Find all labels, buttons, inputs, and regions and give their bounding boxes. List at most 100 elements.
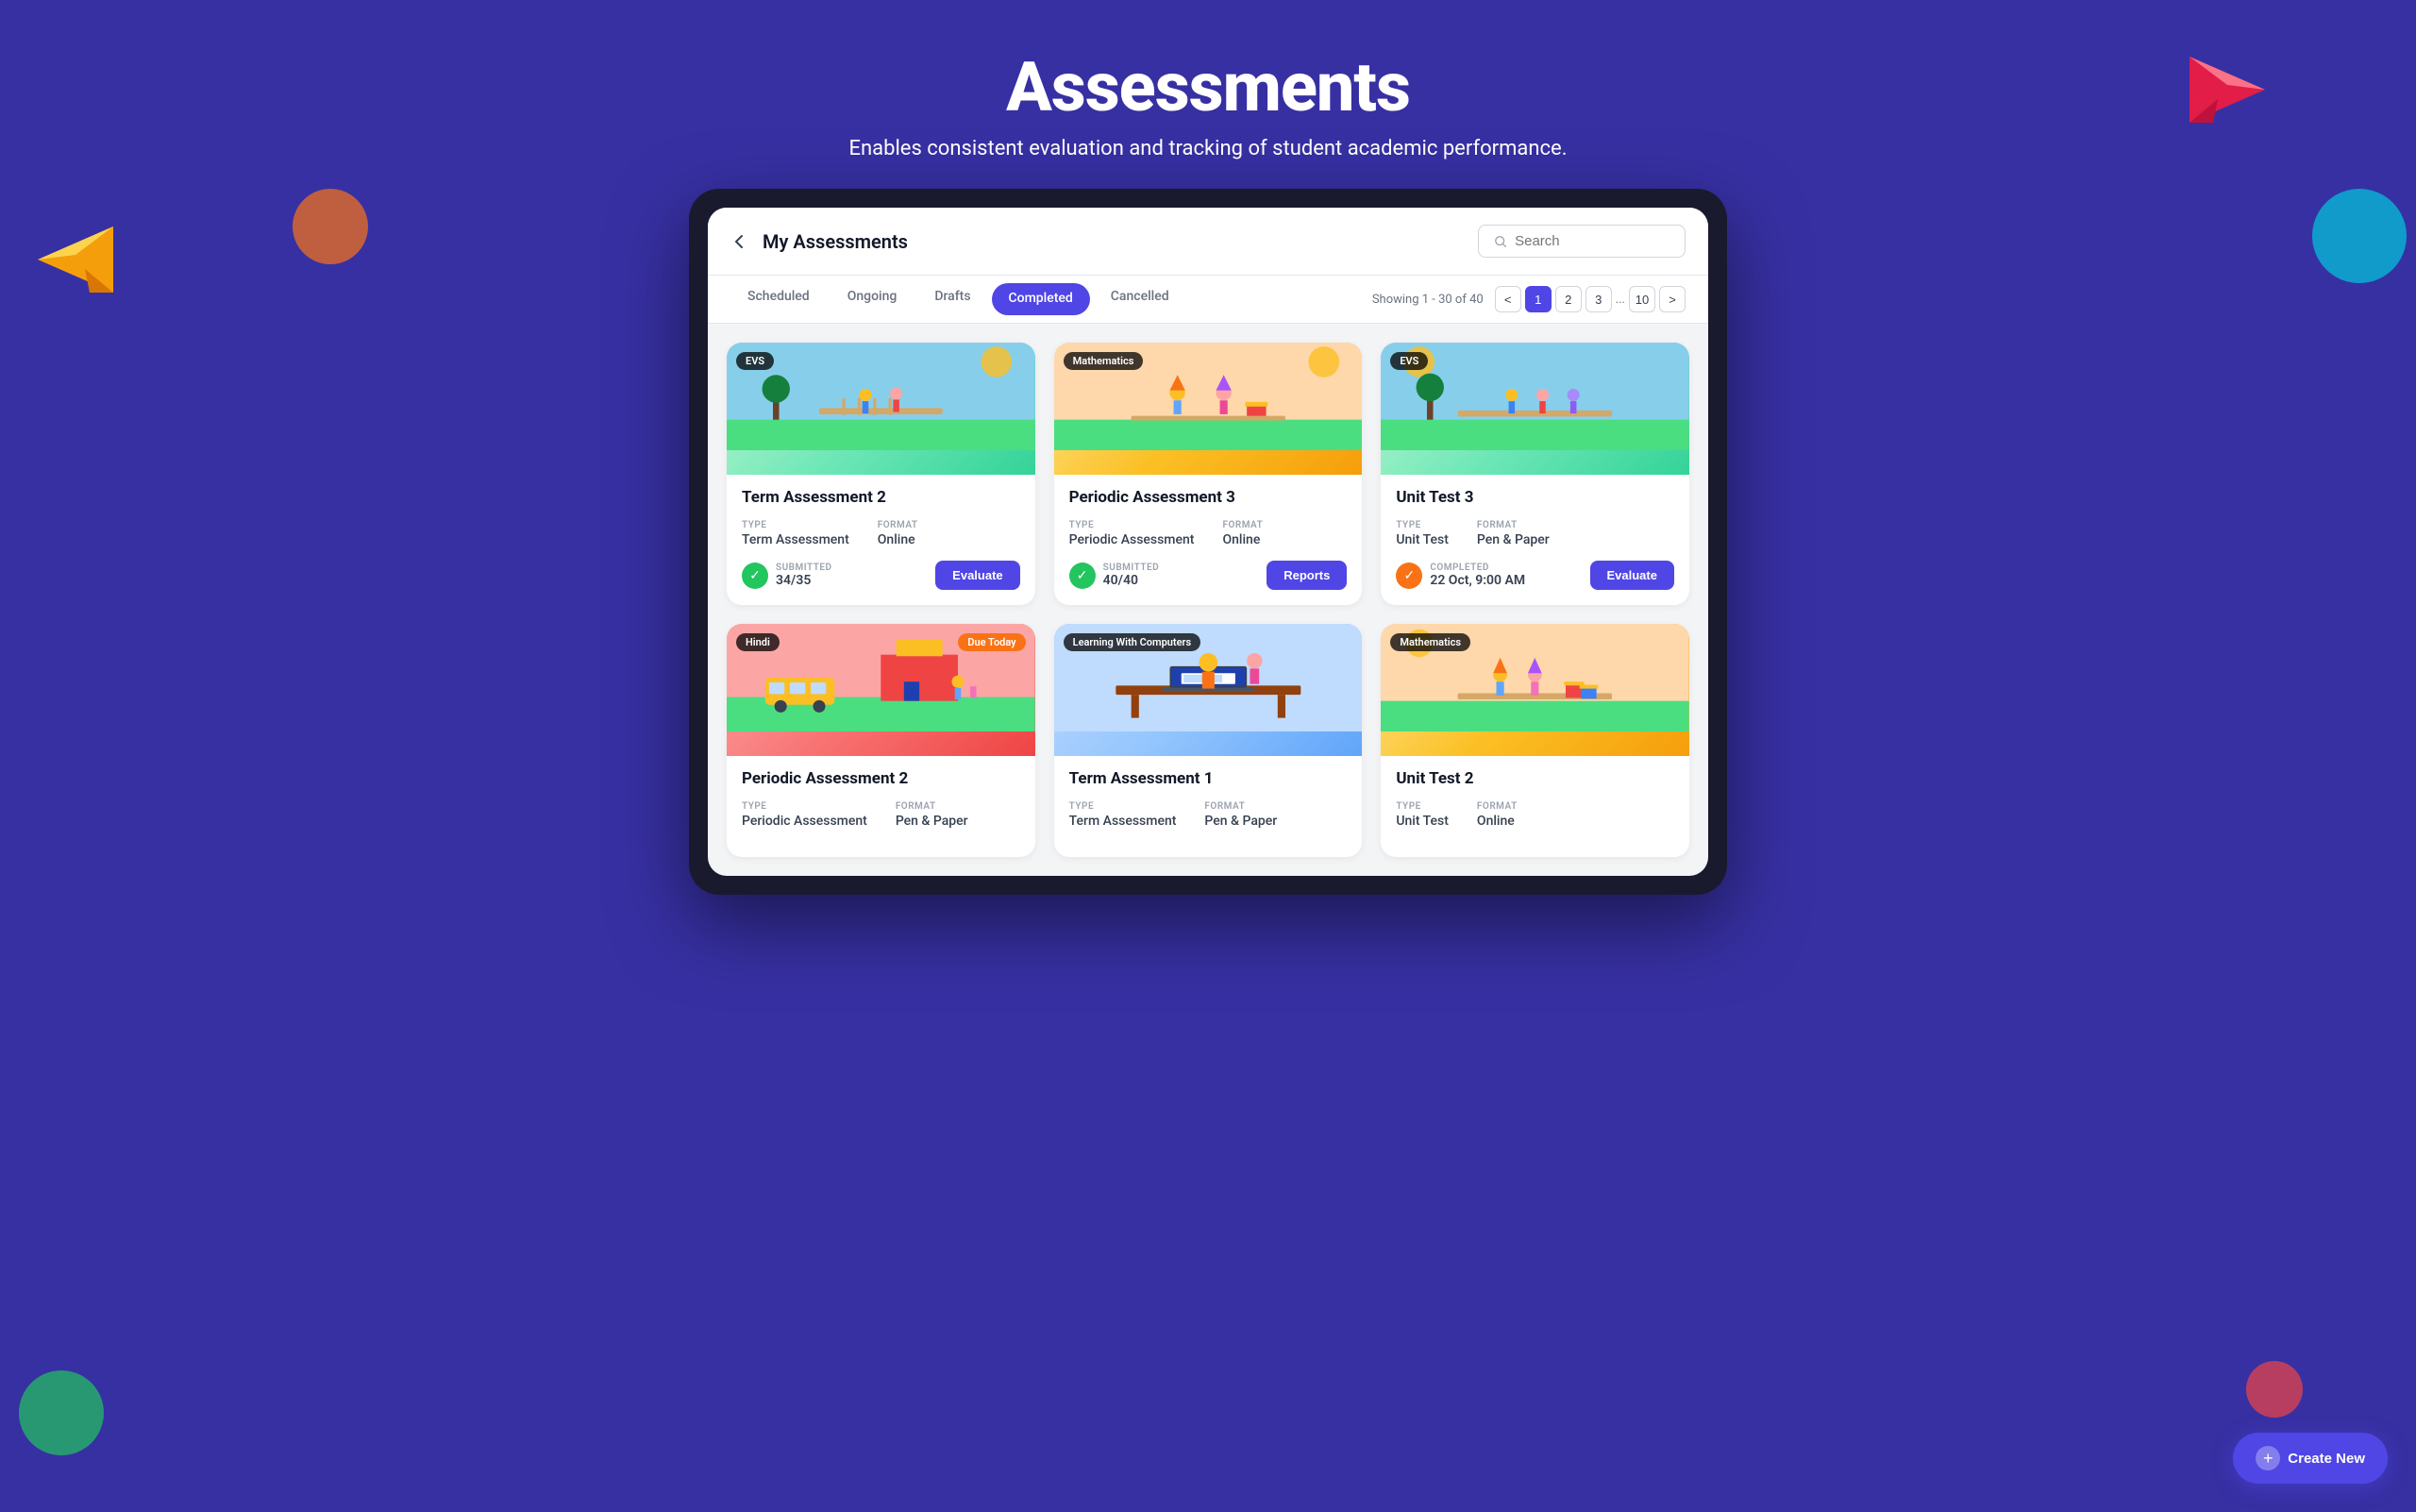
card-6-image: Mathematics — [1381, 624, 1689, 756]
card-2-action-btn[interactable]: Reports — [1267, 561, 1347, 590]
card-3-subject-badge: EVS — [1390, 352, 1428, 370]
card-3-type-value: Unit Test — [1396, 532, 1449, 547]
card-4-type-value: Periodic Assessment — [742, 814, 867, 829]
pagination-page-2[interactable]: 2 — [1555, 286, 1582, 312]
search-input[interactable] — [1515, 233, 1669, 249]
card-2-body: Periodic Assessment 3 TYPE Periodic Asse… — [1054, 475, 1363, 605]
card-1-status-text: SUBMITTED 34/35 — [776, 563, 832, 588]
card-3-format-block: FORMAT Pen & Paper — [1477, 520, 1550, 547]
pagination-prev[interactable]: < — [1495, 286, 1521, 312]
bg-decoration-red — [2246, 1361, 2303, 1418]
tab-completed[interactable]: Completed — [992, 283, 1090, 315]
card-1-type-label: TYPE — [742, 520, 849, 530]
pagination-page-1[interactable]: 1 — [1525, 286, 1552, 312]
card-4-body: Periodic Assessment 2 TYPE Periodic Asse… — [727, 756, 1035, 857]
search-box[interactable] — [1478, 225, 1686, 258]
card-1-title: Term Assessment 2 — [742, 488, 1020, 507]
bg-decoration-green — [19, 1370, 104, 1455]
tab-cancelled[interactable]: Cancelled — [1094, 276, 1186, 323]
card-4-type-label: TYPE — [742, 801, 867, 812]
card-4-due-badge: Due Today — [958, 633, 1025, 651]
card-5-format-block: FORMAT Pen & Paper — [1204, 801, 1277, 829]
card-2: Mathematics Periodic Assessment 3 TYPE P… — [1054, 343, 1363, 605]
card-2-status-icon: ✓ — [1069, 563, 1096, 589]
plus-icon: + — [2256, 1446, 2280, 1470]
card-3-status-label: COMPLETED — [1430, 563, 1525, 573]
create-new-button[interactable]: + Create New — [2233, 1433, 2388, 1484]
card-5-type-label: TYPE — [1069, 801, 1177, 812]
tab-scheduled[interactable]: Scheduled — [730, 276, 827, 323]
card-5-subject-badge: Learning With Computers — [1064, 633, 1200, 651]
card-3: EVS Unit Test 3 TYPE Unit Test FORMAT Pe… — [1381, 343, 1689, 605]
card-6-type-block: TYPE Unit Test — [1396, 801, 1449, 829]
card-3-status-value: 22 Oct, 9:00 AM — [1430, 573, 1525, 588]
card-3-body: Unit Test 3 TYPE Unit Test FORMAT Pen & … — [1381, 475, 1689, 605]
card-4-image: Hindi Due Today — [727, 624, 1035, 756]
card-4-format-block: FORMAT Pen & Paper — [896, 801, 968, 829]
pagination-next[interactable]: > — [1659, 286, 1686, 312]
card-6-type-value: Unit Test — [1396, 814, 1449, 829]
card-3-format-label: FORMAT — [1477, 520, 1550, 530]
card-6: Mathematics Unit Test 2 TYPE Unit Test F… — [1381, 624, 1689, 857]
card-4-meta: TYPE Periodic Assessment FORMAT Pen & Pa… — [742, 801, 1020, 829]
pagination-dots: ... — [1616, 293, 1625, 307]
pagination-page-3[interactable]: 3 — [1586, 286, 1612, 312]
card-6-title: Unit Test 2 — [1396, 769, 1674, 788]
card-4: Hindi Due Today Periodic Assessment 2 TY… — [727, 624, 1035, 857]
bg-decoration-orange — [293, 189, 368, 264]
back-arrow-icon — [730, 232, 749, 251]
pagination-page-10[interactable]: 10 — [1629, 286, 1655, 312]
card-3-status-text: COMPLETED 22 Oct, 9:00 AM — [1430, 563, 1525, 588]
search-icon — [1494, 234, 1507, 249]
card-2-format-label: FORMAT — [1222, 520, 1263, 530]
card-6-format-block: FORMAT Online — [1477, 801, 1518, 829]
card-2-format-value: Online — [1222, 532, 1263, 547]
card-5-body: Term Assessment 1 TYPE Term Assessment F… — [1054, 756, 1363, 857]
tablet-container: My Assessments Scheduled Ongoing Drafts … — [689, 189, 1727, 895]
card-1-status-label: SUBMITTED — [776, 563, 832, 573]
card-4-title: Periodic Assessment 2 — [742, 769, 1020, 788]
card-6-format-value: Online — [1477, 814, 1518, 829]
card-5-title: Term Assessment 1 — [1069, 769, 1348, 788]
paper-plane-left-icon — [38, 227, 113, 293]
pagination: Showing 1 - 30 of 40 < 1 2 3 ... 10 > — [1372, 286, 1686, 312]
tab-drafts[interactable]: Drafts — [917, 276, 987, 323]
card-1-action-btn[interactable]: Evaluate — [935, 561, 1019, 590]
card-1: EVS Term Assessment 2 TYPE Term Assessme… — [727, 343, 1035, 605]
card-1-footer: ✓ SUBMITTED 34/35 Evaluate — [742, 561, 1020, 590]
card-3-meta: TYPE Unit Test FORMAT Pen & Paper — [1396, 520, 1674, 547]
card-5-format-label: FORMAT — [1204, 801, 1277, 812]
create-new-label: Create New — [2288, 1451, 2365, 1467]
card-3-type-label: TYPE — [1396, 520, 1449, 530]
card-4-subject-badge: Hindi — [736, 633, 780, 651]
card-6-subject-badge: Mathematics — [1390, 633, 1470, 651]
card-3-action-btn[interactable]: Evaluate — [1590, 561, 1674, 590]
tabs-left: Scheduled Ongoing Drafts Completed Cance… — [730, 276, 1186, 323]
card-2-type-block: TYPE Periodic Assessment — [1069, 520, 1195, 547]
card-4-type-block: TYPE Periodic Assessment — [742, 801, 867, 829]
pagination-info: Showing 1 - 30 of 40 — [1372, 293, 1484, 307]
card-1-body: Term Assessment 2 TYPE Term Assessment F… — [727, 475, 1035, 605]
card-2-status: ✓ SUBMITTED 40/40 — [1069, 563, 1160, 589]
card-4-format-label: FORMAT — [896, 801, 968, 812]
card-3-type-block: TYPE Unit Test — [1396, 520, 1449, 547]
card-1-format-block: FORMAT Online — [878, 520, 918, 547]
card-3-status: ✓ COMPLETED 22 Oct, 9:00 AM — [1396, 563, 1525, 589]
card-6-meta: TYPE Unit Test FORMAT Online — [1396, 801, 1674, 829]
card-2-status-value: 40/40 — [1103, 573, 1160, 588]
app-window: My Assessments Scheduled Ongoing Drafts … — [708, 208, 1708, 876]
card-2-status-label: SUBMITTED — [1103, 563, 1160, 573]
card-5-format-value: Pen & Paper — [1204, 814, 1277, 829]
card-1-status-icon: ✓ — [742, 563, 768, 589]
tab-ongoing[interactable]: Ongoing — [830, 276, 914, 323]
card-1-subject-badge: EVS — [736, 352, 774, 370]
card-1-format-value: Online — [878, 532, 918, 547]
card-2-status-text: SUBMITTED 40/40 — [1103, 563, 1160, 588]
card-3-footer: ✓ COMPLETED 22 Oct, 9:00 AM Evaluate — [1396, 561, 1674, 590]
card-5-image: Learning With Computers — [1054, 624, 1363, 756]
card-2-type-value: Periodic Assessment — [1069, 532, 1195, 547]
back-button[interactable] — [730, 232, 749, 251]
card-2-image: Mathematics — [1054, 343, 1363, 475]
page-subtitle: Enables consistent evaluation and tracki… — [848, 137, 1567, 160]
card-6-format-label: FORMAT — [1477, 801, 1518, 812]
